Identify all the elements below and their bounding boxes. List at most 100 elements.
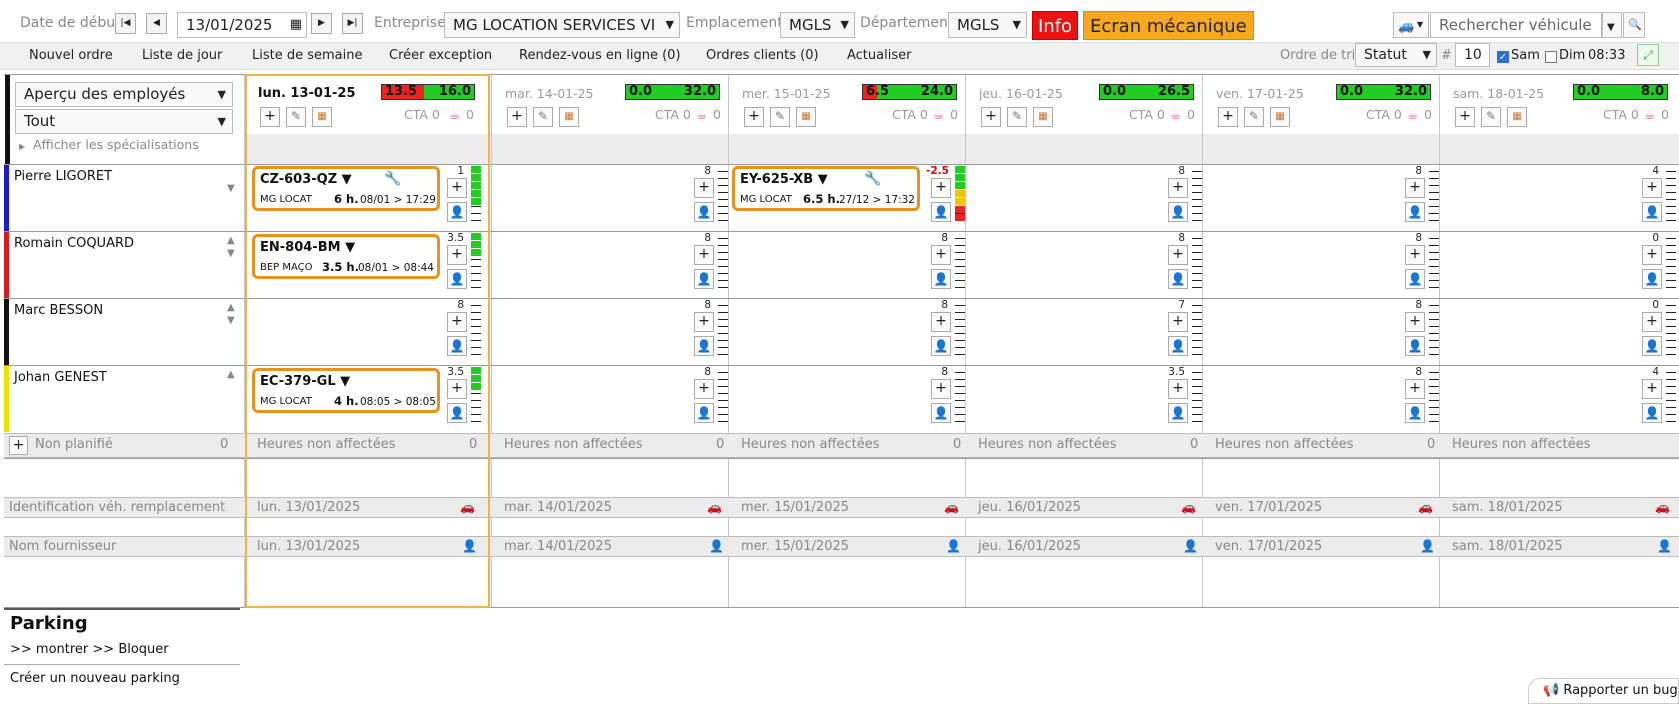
user-icon[interactable]: 👤 — [447, 403, 467, 423]
add-order-button[interactable]: + — [447, 245, 467, 265]
move-up-icon[interactable]: ▲ — [227, 302, 235, 313]
pencil-icon[interactable]: ✎ — [770, 107, 790, 127]
car-icon[interactable]: 🚗 — [1181, 500, 1196, 514]
calendar-icon[interactable]: ▦ — [796, 107, 816, 127]
calendar-icon[interactable]: ▦ — [1033, 107, 1053, 127]
menu-day-list[interactable]: Liste de jour — [142, 48, 222, 63]
calendar-icon[interactable]: ▦ — [1507, 107, 1527, 127]
vehicle-search-input[interactable]: Rechercher véhicule — [1430, 12, 1602, 38]
add-unplanned-button[interactable]: + — [9, 436, 28, 455]
move-up-icon[interactable]: ▲ — [227, 369, 235, 380]
pencil-icon[interactable]: ✎ — [1007, 107, 1027, 127]
person-icon[interactable]: 👤 — [1183, 539, 1198, 553]
add-order-button[interactable]: + — [447, 312, 467, 332]
calendar-icon[interactable]: ▦ — [559, 107, 579, 127]
menu-week-list[interactable]: Liste de semaine — [252, 48, 363, 63]
add-order-button[interactable]: + — [1642, 178, 1662, 198]
user-icon[interactable]: 👤 — [694, 403, 714, 423]
person-icon[interactable]: 👤 — [462, 539, 477, 553]
last-week-button[interactable]: ▶| — [342, 13, 363, 34]
prev-week-button[interactable]: ◀ — [146, 13, 167, 34]
move-up-icon[interactable]: ▲ — [227, 235, 235, 246]
add-order-button[interactable]: + — [1642, 312, 1662, 332]
car-icon[interactable]: 🚗 — [944, 500, 959, 514]
sunday-checkbox[interactable] — [1545, 51, 1557, 63]
user-icon[interactable]: 👤 — [1405, 336, 1425, 356]
person-icon[interactable]: 👤 — [1420, 539, 1435, 553]
user-icon[interactable]: 👤 — [1168, 202, 1188, 222]
add-order-button[interactable]: + — [1642, 379, 1662, 399]
first-week-button[interactable]: |◀ — [115, 13, 136, 34]
add-order-button[interactable]: + — [694, 379, 714, 399]
view-select[interactable]: Aperçu des employés ▼ — [15, 82, 233, 107]
add-order-button[interactable]: + — [931, 312, 951, 332]
start-date-input[interactable]: 13/01/2025 ▦ — [177, 12, 307, 38]
add-order-button[interactable]: + — [447, 178, 467, 198]
employee-name[interactable]: Romain COQUARD — [14, 236, 134, 251]
show-specialisations-toggle[interactable]: ▶ Afficher les spécialisations — [19, 137, 199, 152]
next-week-button[interactable]: ▶ — [311, 13, 332, 34]
calendar-icon[interactable]: ▦ — [1270, 107, 1290, 127]
user-icon[interactable]: 👤 — [931, 269, 951, 289]
pencil-icon[interactable]: ✎ — [1481, 107, 1501, 127]
user-icon[interactable]: 👤 — [1405, 202, 1425, 222]
user-icon[interactable]: 👤 — [694, 269, 714, 289]
move-down-icon[interactable]: ▼ — [227, 248, 235, 259]
add-order-button[interactable]: + — [260, 107, 280, 127]
menu-refresh[interactable]: Actualiser — [847, 48, 911, 63]
menu-new-order[interactable]: Nouvel ordre — [29, 48, 113, 63]
person-icon[interactable]: 👤 — [709, 539, 724, 553]
move-down-icon[interactable]: ▼ — [227, 183, 235, 194]
add-order-button[interactable]: + — [931, 178, 951, 198]
add-order-button[interactable]: + — [1168, 178, 1188, 198]
add-order-button[interactable]: + — [1405, 379, 1425, 399]
user-icon[interactable]: 👤 — [931, 202, 951, 222]
person-icon[interactable]: 👤 — [946, 539, 961, 553]
user-icon[interactable]: 👤 — [1642, 202, 1662, 222]
add-order-button[interactable]: + — [1168, 245, 1188, 265]
add-order-button[interactable]: + — [1168, 312, 1188, 332]
user-icon[interactable]: 👤 — [1405, 403, 1425, 423]
user-icon[interactable]: 👤 — [931, 336, 951, 356]
user-icon[interactable]: 👤 — [931, 403, 951, 423]
add-order-button[interactable]: + — [931, 245, 951, 265]
car-icon[interactable]: 🚗 — [1655, 500, 1670, 514]
add-order-button[interactable]: + — [507, 107, 527, 127]
order-card[interactable]: EN-804-BM ▼ BEP MAÇO 3.5 h. 08/01 > 08:4… — [252, 234, 440, 279]
car-icon[interactable]: 🚗 — [460, 500, 475, 514]
add-order-button[interactable]: + — [447, 379, 467, 399]
vehicle-search-dropdown[interactable]: ▼ — [1602, 12, 1622, 38]
user-icon[interactable]: 👤 — [447, 336, 467, 356]
info-button[interactable]: Info — [1032, 11, 1079, 40]
add-order-button[interactable]: + — [1218, 107, 1238, 127]
saturday-checkbox[interactable]: ✓ — [1497, 51, 1509, 63]
location-select[interactable]: MGLS ▼ — [780, 12, 855, 38]
pencil-icon[interactable]: ✎ — [1244, 107, 1264, 127]
user-icon[interactable]: 👤 — [1405, 269, 1425, 289]
add-order-button[interactable]: + — [1405, 312, 1425, 332]
add-order-button[interactable]: + — [694, 178, 714, 198]
menu-client-orders[interactable]: Ordres clients (0) — [706, 48, 819, 63]
pencil-icon[interactable]: ✎ — [286, 107, 306, 127]
parking-links[interactable]: >> montrer >> Bloquer — [10, 642, 169, 657]
order-card[interactable]: CZ-603-QZ ▼ 🔧 MG LOCAT 6 h. 08/01 > 17:2… — [252, 166, 440, 211]
report-bug-button[interactable]: 📢 Rapporter un bug — [1528, 678, 1679, 704]
add-order-button[interactable]: + — [694, 312, 714, 332]
add-order-button[interactable]: + — [1455, 107, 1475, 127]
filter-select[interactable]: Tout ▼ — [15, 109, 233, 134]
department-select[interactable]: MGLS ▼ — [948, 12, 1027, 38]
add-order-button[interactable]: + — [1405, 178, 1425, 198]
mechanic-screen-button[interactable]: Ecran mécanique — [1083, 11, 1254, 40]
user-icon[interactable]: 👤 — [1168, 336, 1188, 356]
pencil-icon[interactable]: ✎ — [533, 107, 553, 127]
sort-select[interactable]: Statut ▼ — [1355, 43, 1437, 67]
employee-name[interactable]: Johan GENEST — [14, 370, 107, 385]
user-icon[interactable]: 👤 — [1168, 403, 1188, 423]
vehicle-type-select[interactable]: 🚙 ▼ — [1393, 12, 1429, 38]
add-order-button[interactable]: + — [1168, 379, 1188, 399]
user-icon[interactable]: 👤 — [1168, 269, 1188, 289]
order-card[interactable]: EC-379-GL ▼ MG LOCAT 4 h. 08:05 > 08:05 — [252, 368, 440, 413]
employee-name[interactable]: Pierre LIGORET — [14, 169, 112, 184]
add-order-button[interactable]: + — [981, 107, 1001, 127]
car-icon[interactable]: 🚗 — [1418, 500, 1433, 514]
